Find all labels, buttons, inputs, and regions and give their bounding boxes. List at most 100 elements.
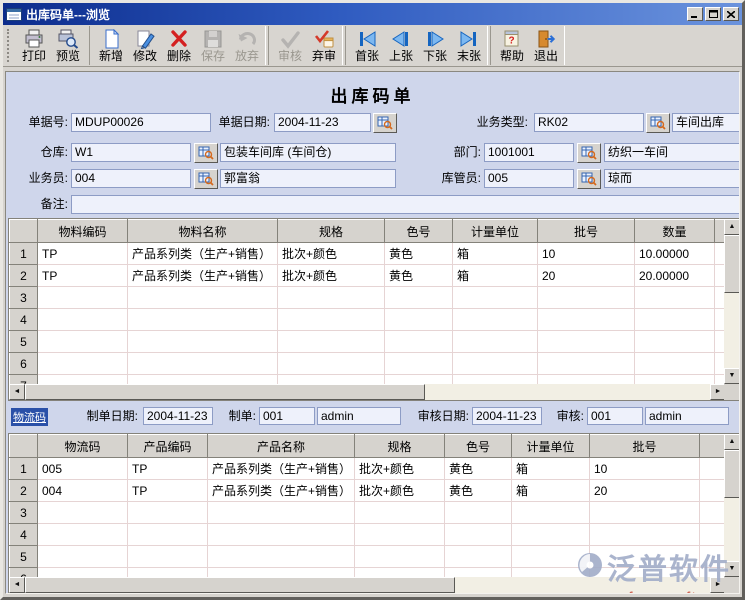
scroll-left-button[interactable]: ◄ — [9, 384, 25, 400]
table-cell[interactable] — [278, 309, 385, 331]
warehouse-lookup-button[interactable] — [194, 143, 218, 163]
discard-button[interactable]: 放弃 — [230, 26, 264, 65]
table-cell[interactable] — [512, 502, 590, 524]
table-cell[interactable]: 黄色 — [445, 458, 512, 480]
row-number[interactable]: 1 — [10, 243, 38, 265]
table-cell[interactable] — [208, 524, 355, 546]
table-cell[interactable] — [355, 546, 445, 568]
table-cell[interactable]: 产品系列类（生产+销售） — [208, 480, 355, 502]
table-cell[interactable]: 箱 — [453, 243, 538, 265]
scrollbar-thumb[interactable] — [25, 577, 455, 593]
row-number[interactable]: 1 — [10, 458, 38, 480]
table-cell[interactable] — [128, 287, 278, 309]
row-number[interactable]: 6 — [10, 353, 38, 375]
first-record-button[interactable]: 首张 — [350, 26, 384, 65]
table-cell[interactable] — [128, 353, 278, 375]
doc-date-lookup-button[interactable] — [373, 113, 397, 133]
maker-code-field[interactable]: 001 — [259, 407, 315, 425]
delete-button[interactable]: 删除 — [162, 26, 196, 65]
table-cell[interactable]: TP — [128, 480, 208, 502]
table-cell[interactable] — [538, 331, 635, 353]
dept-lookup-button[interactable] — [577, 143, 601, 163]
next-record-button[interactable]: 下张 — [418, 26, 452, 65]
table-cell[interactable] — [635, 353, 715, 375]
biz-type-lookup-button[interactable] — [646, 113, 670, 133]
table-cell[interactable]: 10.00000 — [635, 243, 715, 265]
print-button[interactable]: 打印 — [17, 26, 51, 65]
table-cell[interactable] — [38, 353, 128, 375]
table-cell[interactable]: 箱 — [512, 458, 590, 480]
row-number[interactable]: 5 — [10, 546, 38, 568]
scroll-up-button[interactable]: ▲ — [724, 434, 740, 450]
table-cell[interactable] — [590, 524, 700, 546]
table-cell[interactable] — [635, 331, 715, 353]
exit-button[interactable]: 退出 — [529, 26, 563, 65]
table-cell[interactable] — [278, 331, 385, 353]
table-cell[interactable]: 黄色 — [385, 265, 453, 287]
storekeeper-lookup-button[interactable] — [577, 169, 601, 189]
table-cell[interactable] — [445, 502, 512, 524]
table-cell[interactable]: 产品系列类（生产+销售） — [128, 265, 278, 287]
table-cell[interactable] — [635, 309, 715, 331]
table-cell[interactable] — [38, 309, 128, 331]
material-grid-hscrollbar[interactable]: ◄ ► — [9, 384, 726, 400]
print-preview-button[interactable]: 预览 — [51, 26, 85, 65]
made-date-field[interactable]: 2004-11-23 — [143, 407, 213, 425]
table-cell[interactable] — [453, 331, 538, 353]
row-number[interactable]: 3 — [10, 502, 38, 524]
table-cell[interactable]: TP — [38, 265, 128, 287]
table-cell[interactable] — [128, 524, 208, 546]
table-cell[interactable]: 批次+颜色 — [278, 265, 385, 287]
table-cell[interactable] — [385, 353, 453, 375]
logistics-grid-vscrollbar[interactable]: ▲ ▼ — [724, 434, 740, 577]
scrollbar-thumb[interactable] — [25, 384, 425, 400]
table-cell[interactable]: 20 — [538, 265, 635, 287]
row-number[interactable]: 4 — [10, 309, 38, 331]
doc-no-field[interactable]: MDUP00026 — [71, 113, 211, 132]
table-cell[interactable] — [278, 287, 385, 309]
table-cell[interactable] — [453, 287, 538, 309]
salesman-code-field[interactable]: 004 — [71, 169, 191, 188]
scroll-down-button[interactable]: ▼ — [724, 368, 740, 384]
scrollbar-track[interactable] — [455, 577, 710, 593]
toolbar-grip[interactable] — [7, 29, 13, 62]
table-cell[interactable] — [453, 309, 538, 331]
new-button[interactable]: 新增 — [94, 26, 128, 65]
table-cell[interactable] — [385, 331, 453, 353]
help-button[interactable]: ? 帮助 — [495, 26, 529, 65]
table-cell[interactable]: 箱 — [453, 265, 538, 287]
table-cell[interactable] — [38, 287, 128, 309]
table-cell[interactable] — [453, 353, 538, 375]
audit-button[interactable]: 审核 — [273, 26, 307, 65]
storekeeper-code-field[interactable]: 005 — [484, 169, 574, 188]
table-cell[interactable] — [590, 546, 700, 568]
remark-field[interactable] — [71, 195, 740, 214]
table-cell[interactable]: 产品系列类（生产+销售） — [128, 243, 278, 265]
scrollbar-thumb[interactable] — [724, 235, 740, 293]
logistics-grid-hscrollbar[interactable]: ◄ ► — [9, 577, 726, 593]
table-cell[interactable] — [128, 546, 208, 568]
table-cell[interactable] — [445, 524, 512, 546]
salesman-lookup-button[interactable] — [194, 169, 218, 189]
table-cell[interactable] — [538, 287, 635, 309]
row-number[interactable]: 4 — [10, 524, 38, 546]
last-record-button[interactable]: 末张 — [452, 26, 486, 65]
row-number[interactable]: 2 — [10, 480, 38, 502]
row-number[interactable]: 2 — [10, 265, 38, 287]
material-grid-vscrollbar[interactable]: ▲ ▼ — [724, 219, 740, 384]
table-cell[interactable]: 004 — [38, 480, 128, 502]
table-cell[interactable] — [590, 502, 700, 524]
doc-date-field[interactable]: 2004-11-23 — [274, 113, 371, 132]
dept-code-field[interactable]: 1001001 — [484, 143, 574, 162]
table-cell[interactable] — [538, 353, 635, 375]
table-cell[interactable]: 005 — [38, 458, 128, 480]
table-cell[interactable]: 黄色 — [445, 480, 512, 502]
table-cell[interactable] — [38, 331, 128, 353]
table-cell[interactable] — [278, 353, 385, 375]
window-titlebar[interactable]: 出库码单---浏览 — [3, 3, 742, 25]
table-cell[interactable] — [512, 524, 590, 546]
edit-button[interactable]: 修改 — [128, 26, 162, 65]
table-cell[interactable] — [385, 309, 453, 331]
warehouse-code-field[interactable]: W1 — [71, 143, 191, 162]
table-cell[interactable]: 10 — [538, 243, 635, 265]
